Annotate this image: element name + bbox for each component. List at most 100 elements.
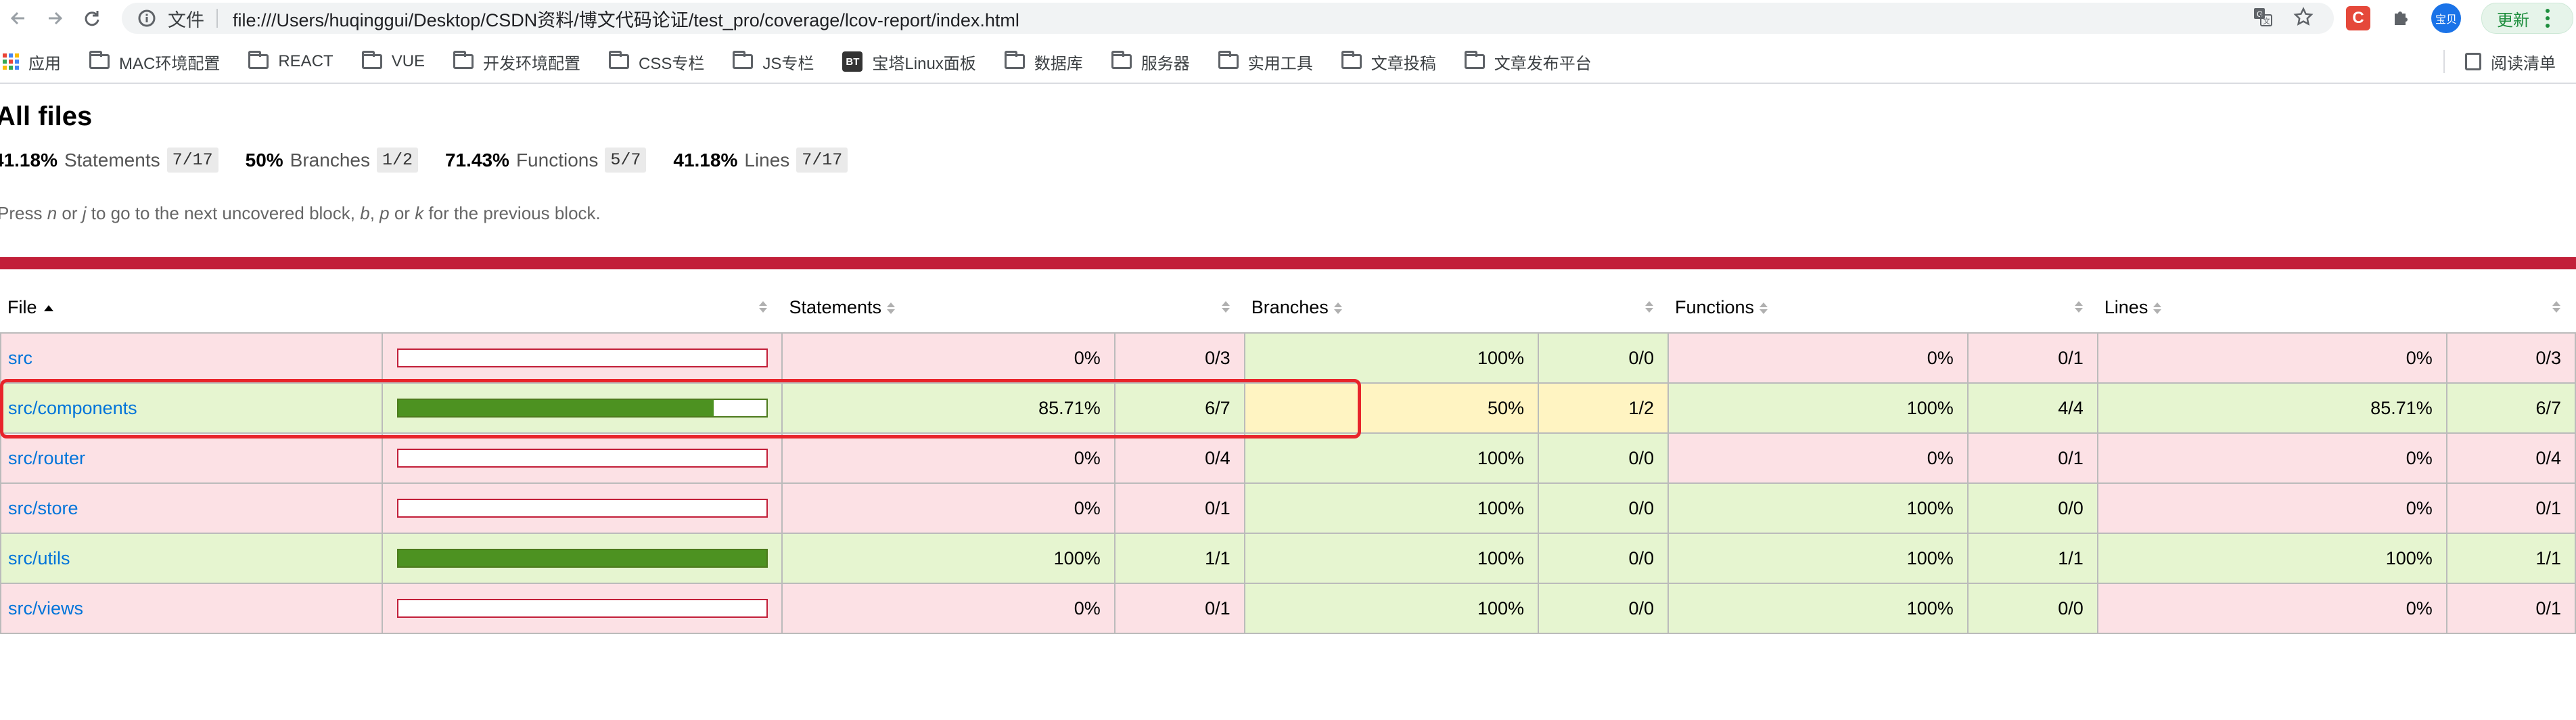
update-label: 更新 [2497,11,2529,30]
header-statements-frac-sort[interactable] [1115,283,1245,333]
bt-panel-icon: BT [842,51,863,72]
table-row: src/store 0% 0/1 100% 0/0 100% 0/0 0% 0/… [0,482,2576,534]
bookmark-label: 实用工具 [1247,54,1313,73]
forward-button[interactable] [37,0,73,37]
functions-fraction: 0/1 [1967,432,2098,484]
lines-pct: 100% [2096,533,2447,584]
file-link[interactable]: src/utils [8,548,70,568]
functions-pct: 100% [1667,583,1969,634]
file-link[interactable]: src/router [8,448,85,468]
lines-pct: 0% [2096,332,2447,384]
summary-branches: 50% Branches 1/2 [246,148,418,173]
bookmark-folder[interactable]: 文章投稿 [1341,50,1436,74]
bookmark-bt-panel[interactable]: BT 宝塔Linux面板 [842,50,976,74]
folder-icon [1004,51,1025,69]
reload-button[interactable] [73,0,110,37]
branches-pct: 100% [1243,583,1540,634]
summary-fraction: 1/2 [376,148,418,173]
coverage-bar-cell [381,332,783,384]
header-branches[interactable]: Branches [1245,283,1538,333]
hint-text: , [369,203,380,223]
header-branches-frac-sort[interactable] [1538,283,1668,333]
folder-icon [609,51,630,69]
branches-fraction: 0/0 [1538,332,1669,384]
bookmark-label: 开发环境配置 [483,54,581,73]
bookmark-label: 数据库 [1034,54,1083,73]
bookmark-folder[interactable]: REACT [248,51,334,71]
update-button[interactable]: 更新 [2481,3,2573,34]
extensions-puzzle-icon[interactable] [2391,7,2411,30]
summary-fraction: 7/17 [796,148,848,173]
header-functions[interactable]: Functions [1668,283,1968,333]
coverage-bar [396,499,768,518]
hint-text: to go to the next uncovered block, [86,203,361,223]
file-link[interactable]: src/views [8,598,83,618]
bookmark-folder[interactable]: 文章发布平台 [1464,50,1592,74]
file-link[interactable]: src/store [8,498,78,518]
bookmark-label: 应用 [28,54,61,73]
hint-key: p [380,203,390,223]
extension-c-icon[interactable]: C [2346,6,2370,30]
arrow-right-icon [49,12,63,25]
branches-pct: 100% [1243,533,1540,584]
coverage-bar [396,399,768,418]
summary-pct: 50% [245,149,283,171]
header-lines[interactable]: Lines [2098,283,2447,333]
header-statements[interactable]: Statements [782,283,1114,333]
file-cell: src/store [0,482,383,534]
coverage-bar-fill [398,400,714,416]
bookmark-label: 宝塔Linux面板 [872,54,976,73]
header-label: Functions [1674,297,1755,317]
address-separator [216,9,218,28]
summary-label: Branches [290,149,370,171]
lines-pct: 0% [2096,583,2447,634]
summary-pct: 41.18% [0,149,58,171]
bookmark-label: VUE [391,52,426,70]
bookmark-folder[interactable]: 开发环境配置 [453,50,580,74]
address-bar[interactable]: 文件 file:///Users/huqinggui/Desktop/CSDN资… [122,3,2334,34]
statements-fraction: 6/7 [1113,382,1245,434]
bookmark-folder[interactable]: 服务器 [1111,50,1190,74]
file-cell: src/router [0,432,383,484]
bookmark-folder[interactable]: JS专栏 [733,50,814,74]
bookmark-folder[interactable]: 实用工具 [1218,50,1313,74]
reading-list-button[interactable]: 阅读清单 [2443,41,2556,83]
url-text[interactable]: file:///Users/huqinggui/Desktop/CSDN资料/博… [233,5,1019,32]
header-file[interactable]: File [1,283,382,333]
coverage-bar-fill [398,550,766,566]
statements-fraction: 0/3 [1113,332,1245,384]
lines-fraction: 0/4 [2445,432,2576,484]
header-functions-frac-sort[interactable] [1968,283,2098,333]
coverage-table: File Statements Branches Functions Lines… [0,283,2576,634]
back-button[interactable] [0,0,37,37]
table-row: src/router 0% 0/4 100% 0/0 0% 0/1 0% 0/4 [0,432,2576,484]
sort-icon [1221,301,1230,313]
header-bar-sort[interactable] [382,283,783,333]
translate-icon[interactable]: G文 [2253,7,2273,30]
bookmark-apps[interactable]: 应用 [3,50,61,74]
header-label: Lines [2104,297,2148,317]
bookmark-folder[interactable]: MAC环境配置 [89,50,220,74]
header-label: File [7,297,37,317]
bookmark-star-icon[interactable] [2293,6,2314,30]
statements-pct: 85.71% [781,382,1116,434]
info-icon[interactable] [137,8,157,28]
summary-pct: 41.18% [673,149,738,171]
summary-fraction: 7/17 [166,148,218,173]
sort-icon [2153,302,2162,315]
folder-icon [733,51,754,69]
hint-text: or [57,203,83,223]
functions-fraction: 1/1 [1967,533,2098,584]
statements-fraction: 0/1 [1113,482,1245,534]
file-link[interactable]: src/components [8,398,137,418]
bookmark-folder[interactable]: CSS专栏 [609,50,704,74]
bookmark-folder[interactable]: VUE [361,51,426,71]
sort-icon [1644,301,1653,313]
table-row: src/components 85.71% 6/7 50% 1/2 100% 4… [0,382,2576,434]
header-lines-frac-sort[interactable] [2447,283,2575,333]
statements-pct: 0% [781,432,1116,484]
bookmark-folder[interactable]: 数据库 [1004,50,1083,74]
file-link[interactable]: src [8,348,32,368]
statements-fraction: 1/1 [1113,533,1245,584]
profile-avatar[interactable]: 宝贝 [2431,3,2461,33]
